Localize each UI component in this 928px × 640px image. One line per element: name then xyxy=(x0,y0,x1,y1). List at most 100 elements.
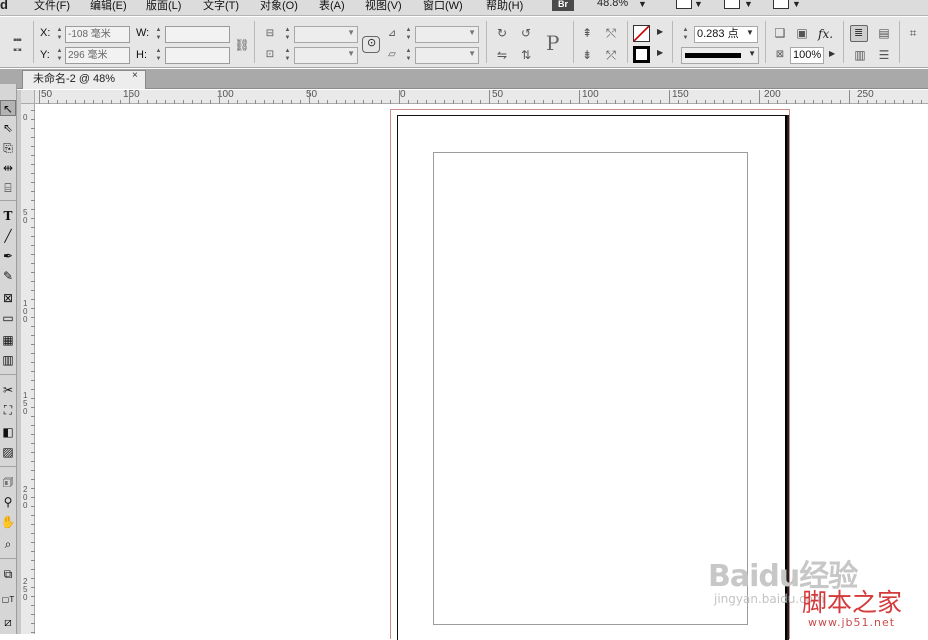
h-stepper-icon[interactable]: ▲ ▼ xyxy=(154,47,163,64)
fx-button[interactable]: fx. xyxy=(818,27,833,41)
select-container-icon[interactable]: ⇞ xyxy=(579,25,595,41)
rotate-cw-icon[interactable]: ↻ xyxy=(494,25,510,41)
chevron-down-icon: ▼ xyxy=(347,28,355,37)
scale-y-dropdown[interactable]: ▼ xyxy=(294,47,358,64)
view-options-dropdown-icon[interactable]: ▼ xyxy=(694,0,703,9)
free-transform-tool-icon[interactable]: ⛶ xyxy=(0,402,16,418)
bridge-button[interactable]: Br xyxy=(552,0,574,11)
arrange-documents-dropdown-icon[interactable]: ▼ xyxy=(792,0,801,9)
constrain-scale-icon[interactable]: ⊙ xyxy=(362,36,380,53)
menu-edit[interactable]: 编辑(E) xyxy=(90,0,127,13)
text-wrap-jump-icon[interactable]: ☰ xyxy=(876,47,892,63)
horizontal-grid-tool-icon[interactable]: ▦ xyxy=(0,332,16,348)
fill-stroke-swap-icon[interactable]: ⧉ xyxy=(0,566,16,582)
tab-document[interactable]: 未命名-2 @ 48% xyxy=(22,70,146,89)
w-stepper-icon[interactable]: ▲ ▼ xyxy=(154,26,163,43)
ruler-origin[interactable] xyxy=(21,90,35,104)
constrain-proportions-icon[interactable]: ⛓ xyxy=(234,37,250,53)
gradient-feather-tool-icon[interactable]: ▨ xyxy=(0,444,16,460)
stroke-weight-dropdown-icon[interactable]: ▼ xyxy=(746,28,754,37)
selection-tool-icon[interactable]: ↖ xyxy=(0,100,16,116)
menu-type[interactable]: 文字(T) xyxy=(203,0,239,13)
stroke-weight-stepper-icon[interactable]: ▲ ▼ xyxy=(681,26,690,43)
rectangle-frame-tool-icon[interactable]: ⊠ xyxy=(0,290,16,306)
menu-table[interactable]: 表(A) xyxy=(319,0,345,13)
fill-swatch-icon[interactable] xyxy=(633,25,650,42)
horizontal-ruler[interactable]: 50 150 100 50 0 50 100 150 200 250 xyxy=(35,89,928,104)
document-tab-bar: 未命名-2 @ 48% × xyxy=(0,69,928,89)
rotate-stepper-icon[interactable]: ▲ ▼ xyxy=(404,26,413,43)
page-tool-icon[interactable]: ⎘ xyxy=(0,140,16,156)
close-icon[interactable]: × xyxy=(132,70,138,81)
stroke-type-dropdown[interactable]: ▼ xyxy=(681,47,759,64)
vertical-grid-tool-icon[interactable]: ▥ xyxy=(0,352,16,368)
feather-icon[interactable]: ▣ xyxy=(794,25,810,41)
scissors-tool-icon[interactable]: ✂ xyxy=(0,382,16,398)
menu-help[interactable]: 帮助(H) xyxy=(486,0,523,13)
menu-layout[interactable]: 版面(L) xyxy=(146,0,181,13)
gap-tool-icon[interactable]: ⇹ xyxy=(0,160,16,176)
arrange-documents-icon[interactable] xyxy=(773,0,789,9)
direct-selection-tool-icon[interactable]: ⇖ xyxy=(0,120,16,136)
flip-horizontal-icon[interactable]: ⇋ xyxy=(494,47,510,63)
pencil-tool-icon[interactable]: ✎ xyxy=(0,268,16,284)
stroke-dropdown-icon[interactable]: ▶ xyxy=(657,48,663,57)
x-field[interactable]: -108 毫米 xyxy=(65,26,130,43)
eyedropper-tool-icon[interactable]: ⚲ xyxy=(0,494,16,510)
menu-view[interactable]: 视图(V) xyxy=(365,0,402,13)
ruler-tick xyxy=(489,90,490,104)
text-wrap-shape-icon[interactable]: ▥ xyxy=(852,47,868,63)
shear-stepper-icon[interactable]: ▲ ▼ xyxy=(404,47,413,64)
menu-bar: d 文件(F) 编辑(E) 版面(L) 文字(T) 对象(O) 表(A) 视图(… xyxy=(0,0,928,16)
scale-y-icon: ⊡ xyxy=(265,49,275,60)
w-label: W: xyxy=(136,27,150,39)
scale-x-stepper-icon[interactable]: ▲ ▼ xyxy=(283,26,292,43)
opacity-field[interactable]: 100% xyxy=(790,47,824,64)
screen-mode-dropdown-icon[interactable]: ▼ xyxy=(744,0,753,9)
menu-file[interactable]: 文件(F) xyxy=(34,0,70,13)
apply-none-icon[interactable]: ⧄ xyxy=(0,614,16,630)
text-wrap-none-icon[interactable]: ≣ xyxy=(850,25,868,42)
select-previous-icon[interactable]: ⤲ xyxy=(603,25,619,41)
screen-mode-icon[interactable] xyxy=(724,0,740,9)
reference-point-grid-icon[interactable]: ▪▫▪ xyxy=(9,43,25,59)
h-field[interactable] xyxy=(165,47,230,64)
select-content-icon[interactable]: ⇟ xyxy=(579,47,595,63)
fitting-frame-icon[interactable]: ⌗ xyxy=(905,25,921,41)
type-tool-icon[interactable]: T xyxy=(0,208,16,224)
vertical-ruler[interactable]: 0 5 0 1 0 0 1 5 0 2 0 0 2 5 0 xyxy=(21,104,35,634)
y-stepper-icon[interactable]: ▲ ▼ xyxy=(55,47,64,64)
scale-y-stepper-icon[interactable]: ▲ ▼ xyxy=(283,47,292,64)
reference-glyph: P xyxy=(546,31,560,55)
drop-shadow-icon[interactable]: ❑ xyxy=(772,25,788,41)
x-stepper-icon[interactable]: ▲ ▼ xyxy=(55,26,64,43)
select-next-icon[interactable]: ⤱ xyxy=(603,47,619,63)
scale-x-dropdown[interactable]: ▼ xyxy=(294,26,358,43)
ruler-label: 50 xyxy=(306,89,318,100)
shear-dropdown[interactable]: ▼ xyxy=(415,47,479,64)
rectangle-tool-icon[interactable]: ▭ xyxy=(0,310,16,326)
flip-vertical-icon[interactable]: ⇅ xyxy=(518,47,534,63)
menu-window[interactable]: 窗口(W) xyxy=(423,0,463,13)
opacity-dropdown-icon[interactable]: ▶ xyxy=(829,49,835,58)
fill-dropdown-icon[interactable]: ▶ xyxy=(657,27,663,36)
menu-object[interactable]: 对象(O) xyxy=(260,0,298,13)
pen-tool-icon[interactable]: ✒ xyxy=(0,248,16,264)
formatting-affects-icon[interactable]: ▢T xyxy=(0,592,16,608)
text-wrap-bbox-icon[interactable]: ▤ xyxy=(876,25,892,41)
w-field[interactable] xyxy=(165,26,230,43)
zoom-level[interactable]: 48.8% xyxy=(597,0,628,9)
view-options-icon[interactable] xyxy=(676,0,692,9)
line-tool-icon[interactable]: ╱ xyxy=(0,228,16,244)
stroke-swatch-icon[interactable] xyxy=(633,46,650,63)
rotate-ccw-icon[interactable]: ↺ xyxy=(518,25,534,41)
ruler-tick xyxy=(849,90,850,104)
gradient-swatch-tool-icon[interactable]: ◧ xyxy=(0,424,16,440)
content-collector-icon[interactable]: ⌸ xyxy=(0,180,16,196)
zoom-tool-icon[interactable]: ⌕ xyxy=(0,536,16,552)
note-tool-icon[interactable]: 🗊 xyxy=(0,474,16,490)
zoom-dropdown-icon[interactable]: ▼ xyxy=(638,0,647,9)
y-field[interactable]: 296 毫米 xyxy=(65,47,130,64)
rotate-dropdown[interactable]: ▼ xyxy=(415,26,479,43)
hand-tool-icon[interactable]: ✋ xyxy=(0,514,16,530)
